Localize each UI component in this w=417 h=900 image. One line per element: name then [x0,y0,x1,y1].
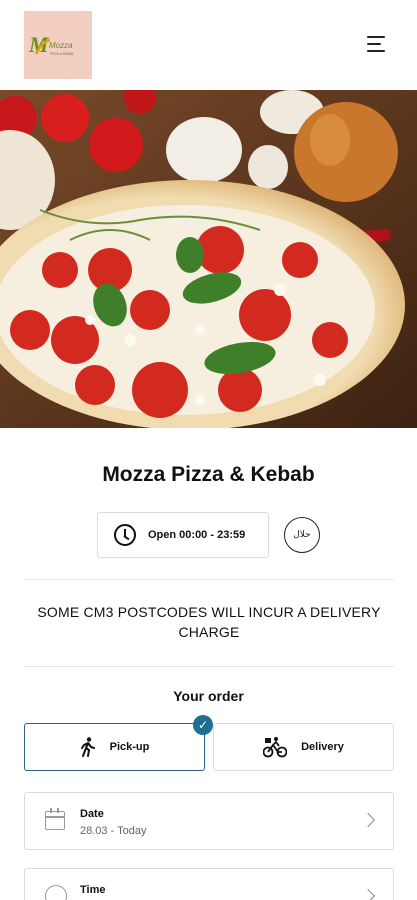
svg-text:M: M [28,32,50,57]
delivery-notice: SOME CM3 POSTCODES WILL INCUR A DELIVERY… [37,604,381,640]
halal-icon: حلال [284,517,320,553]
opening-hours-badge: Open 00:00 - 23:59 [97,512,269,558]
restaurant-logo[interactable]: M Mozza PIZZA & KEBAB [24,11,92,79]
restaurant-name: Mozza Pizza & Kebab [102,463,315,486]
date-label: Date [80,808,104,820]
time-selector[interactable]: Time [24,868,394,900]
delivery-label: Delivery [301,741,344,753]
clock-icon [45,885,67,900]
svg-text:PIZZA & KEBAB: PIZZA & KEBAB [50,52,73,56]
pickup-option[interactable]: Pick-up ✓ [24,715,213,771]
date-selector[interactable]: Date 28.03 - Today [24,792,394,850]
opening-hours-text: Open 00:00 - 23:59 [148,529,246,541]
walking-person-icon [80,737,96,757]
calendar-icon [45,808,65,830]
svg-text:Mozza: Mozza [49,41,73,50]
hero-pizza-image [0,90,417,428]
logo-mark: M Mozza PIZZA & KEBAB [28,32,73,57]
order-section-title: Your order [173,688,244,704]
delivery-option[interactable]: Delivery [213,723,394,771]
chevron-right-icon [360,888,376,900]
check-icon: ✓ [193,715,213,735]
clock-icon [114,524,136,546]
pizza-illustration [0,90,417,428]
hamburger-menu-icon[interactable] [364,36,392,56]
bicycle-courier-icon [263,736,288,758]
header: M Mozza PIZZA & KEBAB [0,0,417,90]
date-value: 28.03 - Today [80,825,147,837]
divider [24,666,394,667]
divider [24,579,394,580]
pickup-label: Pick-up [109,741,150,753]
halal-label: حلال [293,530,311,540]
chevron-right-icon [360,812,376,828]
time-label: Time [80,884,106,896]
